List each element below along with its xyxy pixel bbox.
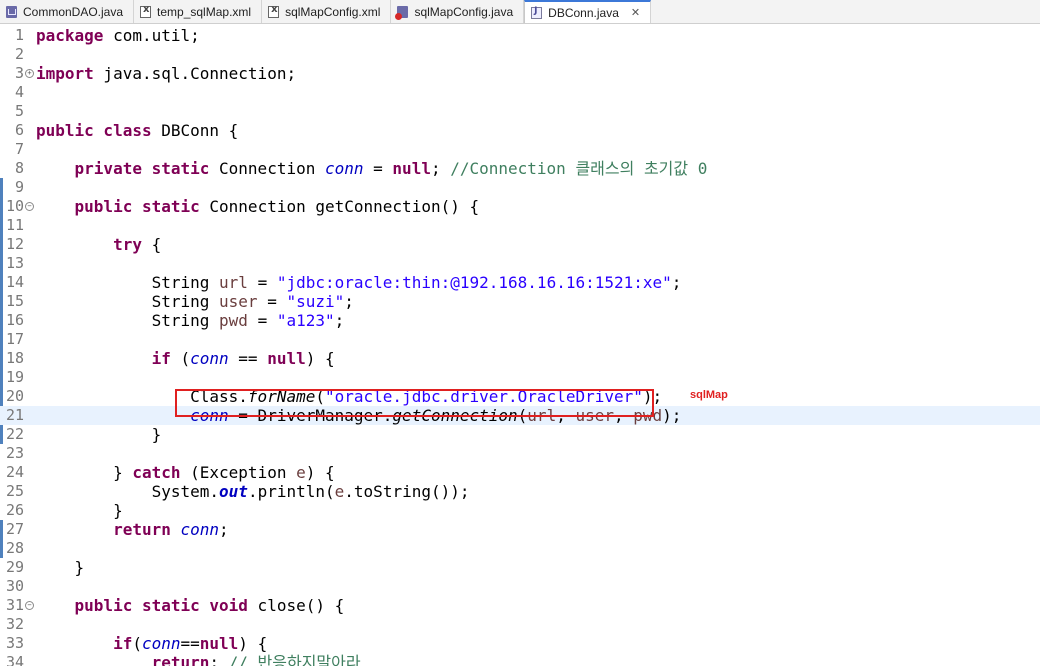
line-number: 7 — [14, 140, 24, 158]
line-number: 4 — [14, 83, 24, 101]
tab-sqlmapconfig-xml[interactable]: sqlMapConfig.xml — [262, 0, 392, 23]
line-number: 34 — [5, 653, 24, 666]
line-number: 20 — [5, 387, 24, 405]
line-number: 28 — [5, 539, 24, 557]
code-line: 23 — [0, 444, 1040, 463]
editor-tab-bar: CommonDAO.java temp_sqlMap.xml sqlMapCon… — [0, 0, 1040, 24]
code-line: 14 String url = "jdbc:oracle:thin:@192.1… — [0, 273, 1040, 292]
fold-collapse-icon[interactable] — [25, 601, 34, 610]
code-line: 16 String pwd = "a123"; — [0, 311, 1040, 330]
line-number: 3 — [14, 64, 24, 82]
line-number: 8 — [14, 159, 24, 177]
line-number: 25 — [5, 482, 24, 500]
code-line: 32 — [0, 615, 1040, 634]
tab-commondao-java[interactable]: CommonDAO.java — [0, 0, 135, 23]
line-number: 29 — [5, 558, 24, 576]
line-number: 14 — [5, 273, 24, 291]
code-line: 1 package com.util; — [0, 26, 1040, 45]
line-number: 27 — [5, 520, 24, 538]
tab-dbconn-java[interactable]: DBConn.java ✕ — [524, 0, 652, 23]
line-number: 11 — [5, 216, 24, 234]
line-number: 5 — [14, 102, 24, 120]
line-number: 18 — [5, 349, 24, 367]
line-number: 31 — [5, 596, 24, 614]
code-line: 10 public static Connection getConnectio… — [0, 197, 1040, 216]
code-line: 8 private static Connection conn = null;… — [0, 159, 1040, 178]
code-line: 27 return conn; — [0, 520, 1040, 539]
code-line: 30 — [0, 577, 1040, 596]
line-number: 10 — [5, 197, 24, 215]
line-number: 26 — [5, 501, 24, 519]
line-number: 16 — [5, 311, 24, 329]
line-number: 24 — [5, 463, 24, 481]
tab-label: sqlMapConfig.xml — [285, 4, 381, 19]
java-error-file-icon — [395, 5, 409, 20]
tab-label: temp_sqlMap.xml — [157, 4, 252, 19]
code-line: 18 if (conn == null) { — [0, 349, 1040, 368]
code-line: 9 — [0, 178, 1040, 197]
tab-sqlmapconfig-java[interactable]: sqlMapConfig.java — [391, 0, 525, 23]
close-tab-icon[interactable]: ✕ — [631, 6, 640, 19]
code-line: 17 — [0, 330, 1040, 349]
code-line: 33 if(conn==null) { — [0, 634, 1040, 653]
java-file-icon — [6, 5, 17, 18]
line-number: 12 — [5, 235, 24, 253]
line-number: 6 — [14, 121, 24, 139]
code-line: 2 — [0, 45, 1040, 64]
line-number: 21 — [5, 406, 24, 424]
line-number: 9 — [14, 178, 24, 196]
code-line: 15 String user = "suzi"; — [0, 292, 1040, 311]
line-number: 17 — [5, 330, 24, 348]
code-line: 25 System.out.println(e.toString()); — [0, 482, 1040, 501]
tab-label: CommonDAO.java — [23, 4, 124, 19]
annotation-label: sqlMap — [690, 389, 728, 401]
code-line: 31 public static void close() { — [0, 596, 1040, 615]
code-line: 7 — [0, 140, 1040, 159]
code-line: 3import java.sql.Connection; — [0, 64, 1040, 83]
tab-temp-sqlmap-xml[interactable]: temp_sqlMap.xml — [134, 0, 263, 23]
code-line: 4 — [0, 83, 1040, 102]
line-number: 30 — [5, 577, 24, 595]
code-line: 12 try { — [0, 235, 1040, 254]
tab-label: DBConn.java — [548, 5, 619, 20]
code-line: 34 return; // 반응하지말아라 — [0, 653, 1040, 666]
line-number: 2 — [14, 45, 24, 63]
code-line: 13 — [0, 254, 1040, 273]
fold-expand-icon[interactable] — [25, 69, 34, 78]
line-number: 19 — [5, 368, 24, 386]
line-number: 33 — [5, 634, 24, 652]
code-line: 28 — [0, 539, 1040, 558]
code-editor[interactable]: 1package com.util; 2 3import java.sql.Co… — [0, 24, 1040, 666]
code-line: 5 — [0, 102, 1040, 121]
code-line: 22 } — [0, 425, 1040, 444]
line-number: 23 — [5, 444, 24, 462]
code-line: 24 } catch (Exception e) { — [0, 463, 1040, 482]
line-number: 13 — [5, 254, 24, 272]
code-line: 29 } — [0, 558, 1040, 577]
code-line: 19 — [0, 368, 1040, 387]
tab-label: sqlMapConfig.java — [414, 4, 514, 19]
fold-collapse-icon[interactable] — [25, 202, 34, 211]
code-line: 11 — [0, 216, 1040, 235]
code-line: 26 } — [0, 501, 1040, 520]
line-number: 22 — [5, 425, 24, 443]
code-line: 6 public class DBConn { — [0, 121, 1040, 140]
line-number: 1 — [14, 26, 24, 44]
line-number: 32 — [5, 615, 24, 633]
xml-file-icon — [140, 4, 152, 18]
java-file-icon — [531, 6, 543, 19]
xml-file-icon — [268, 4, 280, 18]
line-number: 15 — [5, 292, 24, 310]
highlight-box — [175, 389, 654, 417]
